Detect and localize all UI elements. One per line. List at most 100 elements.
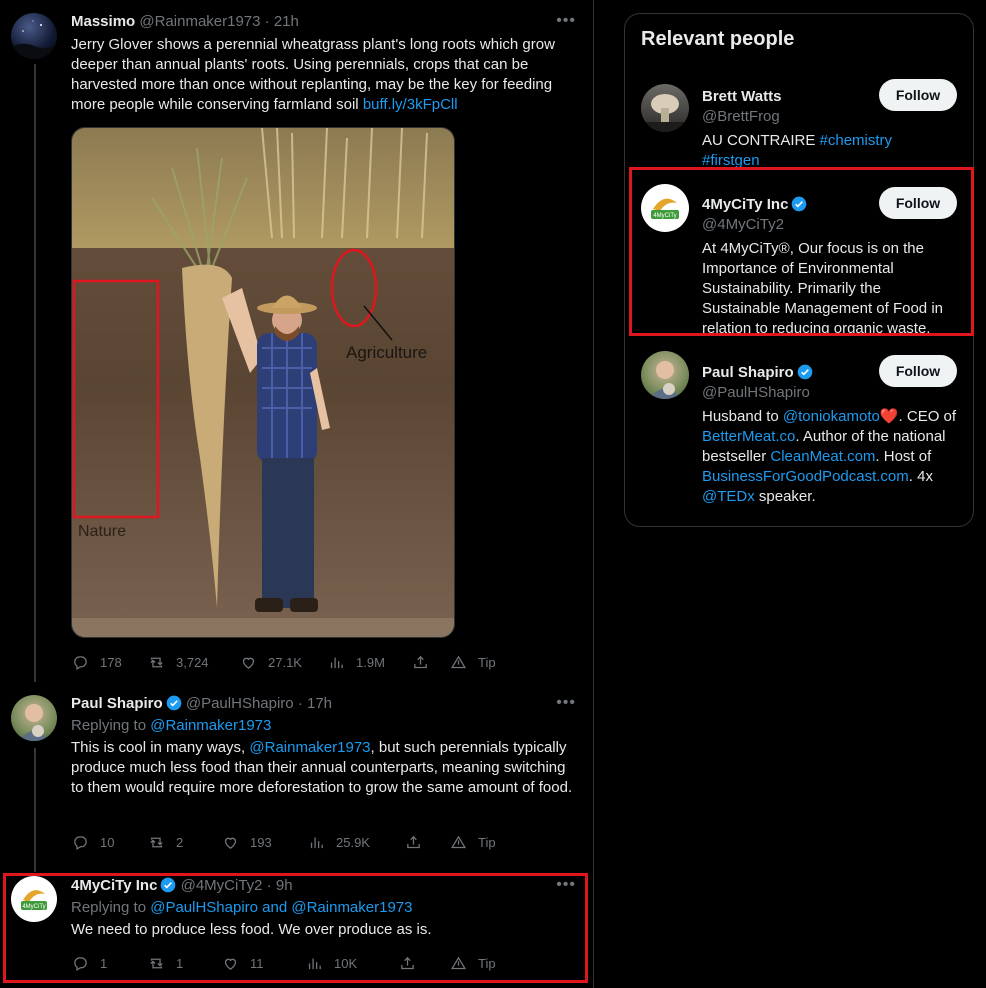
avatar-massimo[interactable] xyxy=(11,13,57,59)
relevant-people-panel: Relevant people Brett Watts @BrettFrog F… xyxy=(624,13,974,527)
share-button[interactable] xyxy=(399,953,427,973)
reply-icon xyxy=(74,956,87,971)
person-handle[interactable]: @4MyCiTy2 xyxy=(702,215,784,235)
replying-to-link[interactable]: @Rainmaker1973 xyxy=(150,717,271,734)
views-button[interactable]: 10K xyxy=(306,953,357,973)
avatar-brett-watts[interactable] xyxy=(641,84,689,132)
like-button[interactable]: 193 xyxy=(222,832,272,852)
mention-link[interactable]: @toniokamoto xyxy=(783,408,880,425)
reply-button[interactable]: 178 xyxy=(72,652,122,672)
views-button[interactable]: 1.9M xyxy=(328,652,385,672)
tweet-photo[interactable]: Nature Agriculture xyxy=(71,127,455,638)
verified-badge-icon xyxy=(797,364,813,380)
tip-icon xyxy=(450,835,467,848)
share-button[interactable] xyxy=(412,652,440,672)
author-name[interactable]: 4MyCiTy Inc xyxy=(71,877,157,894)
views-icon xyxy=(308,958,321,969)
tweet-paul-shapiro[interactable]: Paul Shapiro @PaulHShapiro · 17h ••• Rep… xyxy=(0,685,594,865)
agriculture-label: Agriculture xyxy=(346,343,427,362)
tip-icon xyxy=(450,956,467,969)
reply-button[interactable]: 1 xyxy=(72,953,107,973)
tip-button[interactable]: Tip xyxy=(450,832,496,852)
author-handle[interactable]: @Rainmaker1973 xyxy=(139,13,260,30)
website-link[interactable]: CleanMeat.com xyxy=(770,448,875,465)
follow-button[interactable]: Follow xyxy=(879,355,957,387)
person-bio: At 4MyCiTy®, Our focus is on the Importa… xyxy=(702,240,943,337)
like-icon xyxy=(224,837,237,849)
avatar-4mycity[interactable]: 4MyCiTy xyxy=(11,876,57,922)
more-icon[interactable]: ••• xyxy=(556,876,576,894)
hashtag-link[interactable]: #firstgen xyxy=(702,152,760,169)
person-handle[interactable]: @PaulHShapiro xyxy=(702,383,810,403)
like-button[interactable]: 11 xyxy=(222,953,264,973)
like-button[interactable]: 27.1K xyxy=(240,652,302,672)
share-icon xyxy=(407,835,420,848)
replying-to: Replying to @Rainmaker1973 xyxy=(71,717,272,734)
tweet-header: Massimo @Rainmaker1973 · 21h xyxy=(71,13,299,30)
timeline-column: Massimo @Rainmaker1973 · 21h ••• Jerry G… xyxy=(0,0,594,988)
tweet-time[interactable]: 21h xyxy=(274,13,299,30)
tweet-text: This is cool in many ways, @Rainmaker197… xyxy=(71,739,573,796)
person-handle[interactable]: @BrettFrog xyxy=(702,107,780,127)
verified-badge-icon xyxy=(792,196,807,212)
tweet-link[interactable]: buff.ly/3kFpCll xyxy=(363,96,458,113)
heart-icon: ❤️ xyxy=(879,408,899,425)
replying-to-link[interactable]: @PaulHShapiro and @Rainmaker1973 xyxy=(150,899,412,916)
person-name-row[interactable]: 4MyCiTy Inc xyxy=(702,195,807,215)
avatar-paul-shapiro[interactable] xyxy=(641,351,689,399)
author-handle[interactable]: @PaulHShapiro xyxy=(186,695,294,712)
tweet-text: Jerry Glover shows a perennial wheatgras… xyxy=(71,36,555,113)
tweet-actions: 178 3,724 27.1K 1.9M Tip xyxy=(72,652,512,672)
website-link[interactable]: BusinessForGoodPodcast.com xyxy=(702,468,909,485)
avatar-paul-shapiro[interactable] xyxy=(11,695,57,741)
replying-to: Replying to @PaulHShapiro and @Rainmaker… xyxy=(71,899,413,916)
reply-icon xyxy=(74,835,87,850)
tweet-actions: 10 2 193 25.9K Tip xyxy=(72,832,512,852)
reply-icon xyxy=(74,655,87,670)
like-icon xyxy=(224,958,237,970)
retweet-button[interactable]: 1 xyxy=(148,953,183,973)
verified-badge-icon xyxy=(166,695,182,711)
share-button[interactable] xyxy=(405,832,433,852)
tweet-text: We need to produce less food. We over pr… xyxy=(71,921,432,938)
author-handle[interactable]: @4MyCiTy2 xyxy=(181,877,263,894)
more-icon[interactable]: ••• xyxy=(556,694,576,712)
follow-button[interactable]: Follow xyxy=(879,79,957,111)
panel-title: Relevant people xyxy=(641,28,795,50)
views-icon xyxy=(330,657,343,668)
hashtag-link[interactable]: #chemistry xyxy=(820,132,893,149)
svg-text:4MyCiTy: 4MyCiTy xyxy=(653,213,676,219)
retweet-button[interactable]: 2 xyxy=(148,832,183,852)
mention-link[interactable]: @TEDx xyxy=(702,488,755,505)
avatar-4mycity[interactable]: 4MyCiTy xyxy=(641,184,689,232)
reply-button[interactable]: 10 xyxy=(72,832,114,852)
person-bio: AU CONTRAIRE #chemistry #firstgen xyxy=(702,132,893,169)
website-link[interactable]: BetterMeat.co xyxy=(702,428,795,445)
nature-label: Nature xyxy=(78,523,126,540)
tweet-time[interactable]: 9h xyxy=(276,877,293,894)
person-name-row[interactable]: Paul Shapiro xyxy=(702,363,813,383)
tweet-actions: 1 1 11 10K Tip xyxy=(72,953,512,973)
tweet-header: 4MyCiTy Inc @4MyCiTy2 · 9h xyxy=(71,877,293,894)
author-name[interactable]: Paul Shapiro xyxy=(71,695,163,712)
follow-button[interactable]: Follow xyxy=(879,187,957,219)
retweet-icon xyxy=(150,657,163,667)
tip-button[interactable]: Tip xyxy=(450,953,496,973)
tweet-4mycity[interactable]: 4MyCiTy 4MyCiTy Inc @4MyCiTy2 · 9h ••• R… xyxy=(0,866,594,988)
retweet-button[interactable]: 3,724 xyxy=(148,652,209,672)
verified-badge-icon xyxy=(161,877,176,893)
tip-icon xyxy=(450,655,467,668)
like-icon xyxy=(242,657,255,669)
views-button[interactable]: 25.9K xyxy=(308,832,370,852)
tweet-massimo[interactable]: Massimo @Rainmaker1973 · 21h ••• Jerry G… xyxy=(0,0,594,685)
tip-button[interactable]: Tip xyxy=(450,652,496,672)
person-name[interactable]: Brett Watts xyxy=(702,87,781,107)
author-name[interactable]: Massimo xyxy=(71,13,135,30)
retweet-icon xyxy=(150,837,163,847)
mention-link[interactable]: @Rainmaker1973 xyxy=(249,739,370,756)
views-icon xyxy=(310,837,323,848)
tweet-time[interactable]: 17h xyxy=(307,695,332,712)
more-icon[interactable]: ••• xyxy=(556,12,576,30)
person-bio: Husband to @toniokamoto❤️. CEO of Better… xyxy=(702,408,957,505)
share-icon xyxy=(401,956,414,969)
